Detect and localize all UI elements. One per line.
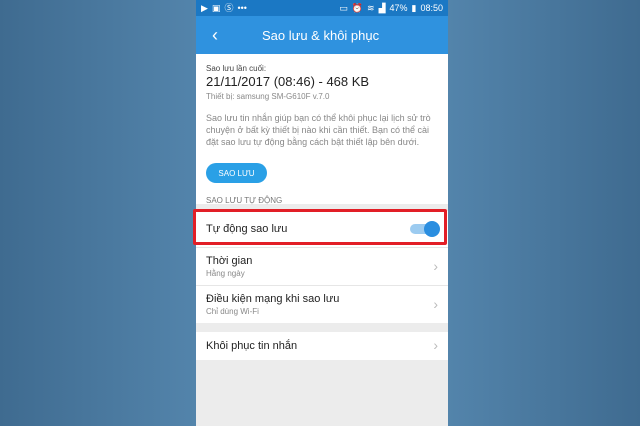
auto-backup-section-header: SAO LƯU TỰ ĐỘNG	[206, 196, 283, 205]
wifi-icon: ≋	[367, 3, 375, 13]
last-backup-value: 21/11/2017 (08:46) - 468 KB	[206, 74, 370, 89]
highlight-box	[193, 209, 447, 245]
video-icon: ▶	[201, 3, 208, 13]
backup-time-value: Hằng ngày	[206, 269, 245, 278]
app-bar: ‹ Sao lưu & khôi phục	[196, 16, 448, 54]
backup-button[interactable]: SAO LƯU	[206, 163, 267, 183]
signal-icon: ▟	[378, 3, 386, 13]
network-condition-value: Chỉ dùng Wi-Fi	[206, 307, 259, 316]
backup-time-row[interactable]: Thời gian Hằng ngày ›	[196, 247, 448, 285]
status-bar-right: ▭ ⏰ ≋ ▟ 47% ▮ 08:50	[339, 0, 443, 16]
chevron-right-icon: ›	[433, 337, 438, 353]
device-info: Thiết bị: samsung SM-G610F v.7.0	[206, 92, 330, 101]
battery-icon: ▮	[411, 3, 417, 13]
restore-messages-label: Khôi phục tin nhắn	[206, 340, 298, 352]
network-condition-label: Điều kiện mạng khi sao lưu	[206, 293, 340, 305]
backup-info-card: Sao lưu lần cuối: 21/11/2017 (08:46) - 4…	[196, 54, 448, 204]
page-title: Sao lưu & khôi phục	[262, 27, 380, 43]
last-backup-label: Sao lưu lần cuối:	[206, 64, 267, 73]
restore-messages-row[interactable]: Khôi phục tin nhắn ›	[196, 332, 448, 360]
battery-level: 47%	[389, 3, 408, 13]
chevron-right-icon: ›	[433, 258, 438, 274]
backup-time-label: Thời gian	[206, 255, 253, 267]
alarm-icon: ⏰	[351, 3, 364, 13]
chevron-right-icon: ›	[433, 296, 438, 312]
back-arrow-icon[interactable]: ‹	[200, 16, 230, 54]
status-bar-left: ▶ ▣ Ⓢ •••	[201, 0, 247, 16]
background-left	[0, 0, 196, 426]
background-right	[448, 0, 640, 426]
network-condition-row[interactable]: Điều kiện mạng khi sao lưu Chỉ dùng Wi-F…	[196, 285, 448, 323]
image-icon: ▣	[211, 3, 221, 13]
status-bar: ▶ ▣ Ⓢ ••• ▭ ⏰ ≋ ▟ 47% ▮ 08:50	[196, 0, 448, 16]
skype-icon: Ⓢ	[224, 3, 234, 13]
clock: 08:50	[420, 3, 443, 13]
more-icon: •••	[237, 3, 247, 13]
backup-description: Sao lưu tin nhắn giúp bạn có thể khôi ph…	[206, 113, 431, 147]
cast-icon: ▭	[339, 3, 348, 13]
